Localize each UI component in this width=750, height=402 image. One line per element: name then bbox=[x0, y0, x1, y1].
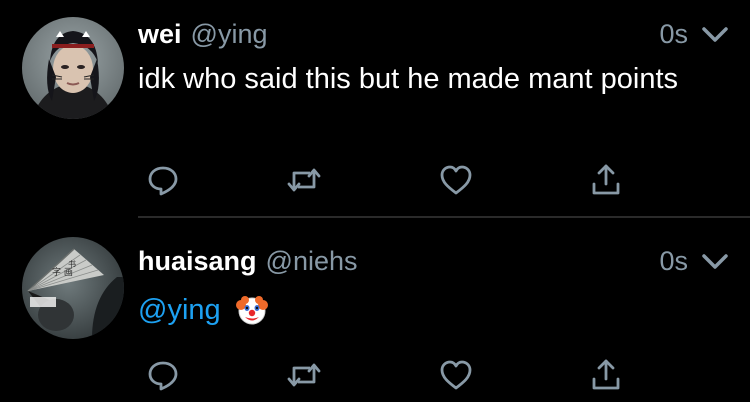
timestamp: 0s bbox=[659, 18, 688, 49]
tweet-divider bbox=[138, 216, 750, 218]
tweet[interactable]: wei @ying 0s idk who said this but he ma… bbox=[0, 0, 750, 217]
user-handle[interactable]: @niehs bbox=[266, 246, 358, 277]
like-button[interactable] bbox=[436, 160, 476, 200]
tweet-text: @ying bbox=[138, 291, 710, 329]
retweet-button[interactable] bbox=[284, 355, 324, 395]
tweet[interactable]: 字 画 书 huaisang @niehs 0s @ying bbox=[0, 219, 750, 402]
timestamp: 0s bbox=[659, 245, 688, 276]
retweet-button[interactable] bbox=[284, 160, 324, 200]
like-button[interactable] bbox=[436, 355, 476, 395]
tweet-text: idk who said this but he made mant point… bbox=[138, 63, 679, 95]
tweet-header: wei @ying 0s bbox=[138, 16, 730, 52]
tweet-actions bbox=[0, 355, 750, 395]
reply-icon bbox=[148, 361, 178, 391]
reply-button[interactable] bbox=[143, 355, 183, 395]
like-icon bbox=[440, 360, 472, 390]
share-icon bbox=[592, 164, 620, 195]
mention-link[interactable]: @ying bbox=[138, 291, 221, 329]
clown-face-emoji-icon bbox=[235, 296, 268, 325]
user-handle[interactable]: @ying bbox=[191, 19, 268, 50]
user-avatar[interactable] bbox=[22, 17, 124, 119]
tweet-header: huaisang @niehs 0s bbox=[138, 243, 730, 279]
share-icon bbox=[592, 359, 620, 390]
user-avatar-photo-fan-icon: 字 画 书 bbox=[22, 237, 124, 339]
retweet-icon bbox=[287, 363, 321, 387]
like-icon bbox=[440, 165, 472, 195]
reply-icon bbox=[148, 166, 178, 196]
display-name[interactable]: huaisang bbox=[138, 246, 257, 277]
retweet-icon bbox=[287, 168, 321, 192]
user-avatar[interactable]: 字 画 书 bbox=[22, 237, 124, 339]
reply-button[interactable] bbox=[143, 160, 183, 200]
share-button[interactable] bbox=[586, 160, 626, 200]
display-name[interactable]: wei bbox=[138, 19, 182, 50]
tweet-actions bbox=[0, 160, 750, 200]
svg-text:书: 书 bbox=[68, 259, 76, 269]
share-button[interactable] bbox=[586, 355, 626, 395]
user-avatar-photo-icon bbox=[22, 17, 124, 119]
chevron-down-icon[interactable] bbox=[700, 22, 730, 46]
chevron-down-icon[interactable] bbox=[700, 249, 730, 273]
